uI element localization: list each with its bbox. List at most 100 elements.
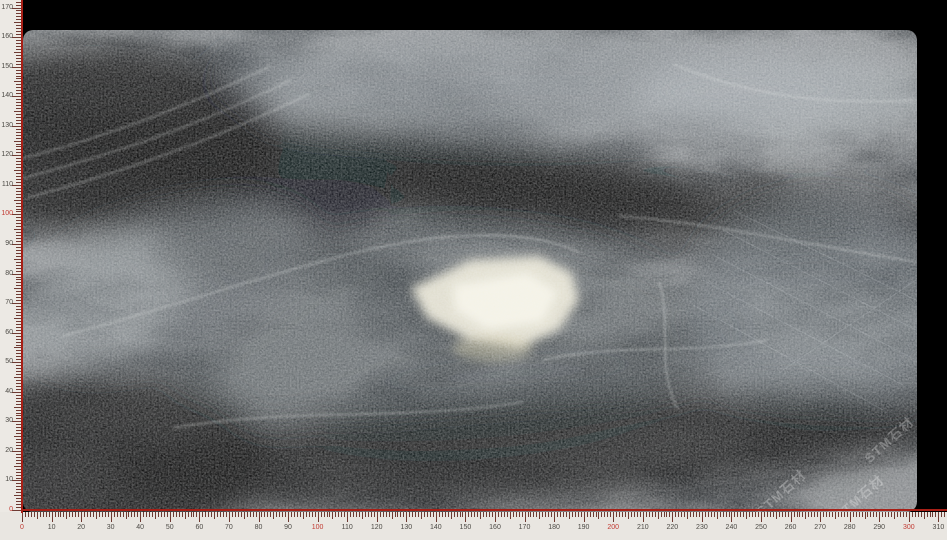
slab-photo: STM石材 STM石材 STM石材 (23, 30, 917, 512)
ruler-tick (882, 512, 883, 517)
ruler-label: 300 (898, 524, 920, 532)
ruler-tick (841, 512, 842, 517)
ruler-tick (250, 512, 251, 517)
ruler-tick (383, 512, 384, 517)
marble-texture (23, 30, 917, 512)
ruler-tick (799, 512, 800, 517)
ruler-tick (684, 512, 685, 517)
ruler-label: 0 (11, 524, 33, 532)
ruler-tick (14, 229, 21, 230)
ruler-tick (327, 512, 328, 517)
ruler-tick (75, 512, 76, 517)
ruler-tick (131, 512, 132, 517)
ruler-tick (873, 512, 874, 517)
ruler-tick (604, 512, 605, 517)
ruler-tick (743, 512, 744, 517)
ruler-tick (46, 512, 47, 517)
ruler-tick (12, 333, 21, 334)
ruler-tick (492, 512, 493, 517)
ruler-tick (12, 362, 21, 363)
ruler-tick (740, 512, 741, 517)
ruler-tick (25, 512, 26, 517)
ruler-tick (649, 512, 650, 517)
ruler-tick (652, 512, 653, 517)
ruler-tick (28, 512, 29, 517)
ruler-tick (900, 512, 901, 517)
ruler-tick (214, 512, 215, 519)
ruler-label: 150 (454, 524, 476, 532)
ruler-tick (726, 512, 727, 517)
ruler-tick (486, 512, 487, 517)
ruler-tick (12, 155, 21, 156)
ruler-label: 110 (336, 524, 358, 532)
ruler-tick (539, 512, 540, 519)
ruler-label: 250 (750, 524, 772, 532)
ruler-tick (436, 512, 437, 522)
ruler-tick (111, 512, 112, 522)
zero-edge-line-vertical (21, 0, 23, 513)
ruler-tick (128, 512, 129, 517)
ruler-tick (371, 512, 372, 517)
ruler-tick (471, 512, 472, 517)
ruler-tick (140, 512, 141, 522)
ruler-tick (362, 512, 363, 519)
ruler-tick (622, 512, 623, 517)
ruler-tick (912, 512, 913, 517)
ruler-tick (324, 512, 325, 517)
ruler-tick (661, 512, 662, 517)
ruler-tick (924, 512, 925, 519)
ruler-tick (338, 512, 339, 517)
ruler-label: 260 (780, 524, 802, 532)
ruler-tick (625, 512, 626, 517)
ruler-tick (702, 512, 703, 522)
ruler-tick (96, 512, 97, 519)
ruler-tick (421, 512, 422, 519)
ruler-tick (717, 512, 718, 519)
ruler-tick (306, 512, 307, 517)
ruler-tick (350, 512, 351, 517)
ruler-tick (161, 512, 162, 517)
ruler-tick (581, 512, 582, 517)
ruler-tick (489, 512, 490, 517)
ruler-tick (205, 512, 206, 517)
ruler-tick (826, 512, 827, 517)
ruler-tick (226, 512, 227, 517)
ruler-tick (99, 512, 100, 517)
ruler-tick (261, 512, 262, 517)
ruler-label: 50 (159, 524, 181, 532)
ruler-tick (797, 512, 798, 517)
ruler-tick (731, 512, 732, 522)
ruler-tick (714, 512, 715, 517)
ruler-tick (935, 512, 936, 517)
ruler-label: 160 (0, 33, 13, 41)
ruler-tick (273, 512, 274, 519)
ruler-label: 20 (0, 447, 13, 455)
ruler-tick (220, 512, 221, 517)
ruler-label: 100 (0, 210, 13, 218)
ruler-tick (63, 512, 64, 517)
ruler-tick (58, 512, 59, 517)
ruler-tick (832, 512, 833, 517)
ruler-tick (105, 512, 106, 517)
ruler-tick (69, 512, 70, 517)
ruler-tick (137, 512, 138, 517)
ruler-tick (14, 52, 21, 53)
ruler-vertical: 1701601501401301201101009080706050403020… (0, 0, 22, 540)
ruler-label: 290 (868, 524, 890, 532)
ruler-label: 200 (602, 524, 624, 532)
ruler-tick (208, 512, 209, 517)
ruler-tick (14, 81, 21, 82)
ruler-label: 170 (0, 4, 13, 12)
ruler-label: 20 (70, 524, 92, 532)
ruler-tick (40, 512, 41, 517)
ruler-tick (513, 512, 514, 517)
ruler-tick (578, 512, 579, 517)
ruler-tick (835, 512, 836, 519)
ruler-tick (329, 512, 330, 517)
ruler-tick (477, 512, 478, 517)
ruler-tick (554, 512, 555, 522)
ruler-tick (454, 512, 455, 517)
ruler-tick (93, 512, 94, 517)
ruler-tick (590, 512, 591, 517)
ruler-tick (12, 8, 21, 9)
